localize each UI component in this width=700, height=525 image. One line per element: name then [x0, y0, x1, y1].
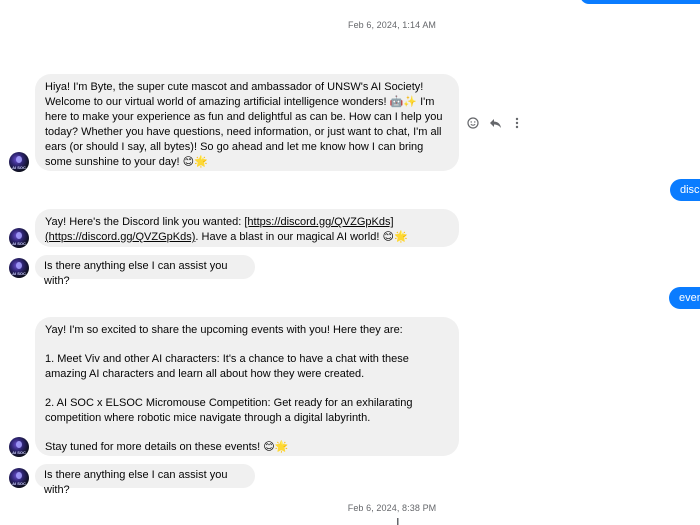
scroll-indicator-icon	[384, 514, 412, 525]
sent-bubble-disco[interactable]: disco	[670, 179, 700, 201]
message-bubble-events[interactable]: Yay! I'm so excited to share the upcomin…	[35, 317, 459, 456]
avatar[interactable]: AI SOC	[9, 468, 29, 488]
timestamp: Feb 6, 2024, 1:14 AM	[347, 20, 437, 30]
discord-link[interactable]: [https://discord.gg/QVZGpKds]	[244, 216, 393, 228]
sent-bubble-top[interactable]	[580, 0, 700, 4]
message-bubble-assist[interactable]: Is there anything else I can assist you …	[35, 464, 255, 496]
message-text: Stay tuned for more details on these eve…	[45, 441, 289, 453]
message-text: Is there anything else I can assist you …	[44, 260, 228, 287]
event-item: 2. AI SOC x ELSOC Micromouse Competition…	[45, 397, 413, 424]
sent-text: even	[679, 292, 700, 304]
message-actions	[466, 115, 524, 131]
reply-arrow-icon[interactable]	[488, 116, 502, 130]
event-item: 1. Meet Viv and other AI characters: It'…	[45, 353, 409, 380]
sent-text: disco	[680, 184, 700, 196]
message-bubble-assist[interactable]: Is there anything else I can assist you …	[35, 255, 255, 287]
message-text: Is there anything else I can assist you …	[44, 469, 228, 496]
message-text: Yay! Here's the Discord link you wanted:…	[45, 216, 408, 243]
message-text: Yay! I'm so excited to share the upcomin…	[45, 324, 403, 336]
message-bubble-discord[interactable]: Yay! Here's the Discord link you wanted:…	[35, 209, 459, 247]
avatar[interactable]: AI SOC	[9, 258, 29, 278]
smiley-react-icon[interactable]	[466, 116, 480, 130]
timestamp: Feb 6, 2024, 8:38 PM	[347, 503, 437, 513]
discord-link-2[interactable]: (https://discord.gg/QVZGpKds)	[45, 231, 195, 243]
avatar[interactable]: AI SOC	[9, 152, 29, 172]
avatar[interactable]: AI SOC	[9, 437, 29, 457]
message-bubble-intro[interactable]: Hiya! I'm Byte, the super cute mascot an…	[35, 74, 459, 171]
message-text: Hiya! I'm Byte, the super cute mascot an…	[45, 81, 443, 168]
more-options-icon[interactable]	[510, 116, 524, 130]
avatar[interactable]: AI SOC	[9, 228, 29, 248]
sent-bubble-even[interactable]: even	[669, 287, 700, 309]
